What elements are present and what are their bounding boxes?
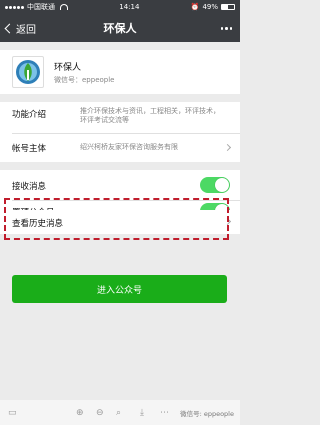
intro-label: 功能介绍: [12, 110, 47, 120]
account-info-section: 功能介绍 推介环保技术与资讯，工程相关，环评技术，环评考试交流等 帐号主体 绍兴…: [0, 102, 240, 162]
receive-messages-row: 接收消息: [0, 170, 240, 200]
alarm-icon: ⏰: [190, 3, 200, 11]
owner-label: 帐号主体: [12, 144, 47, 154]
highlight-box: [4, 198, 229, 240]
receive-messages-toggle[interactable]: [200, 177, 230, 193]
back-label: 返回: [16, 24, 36, 36]
bottom-toolbar: ▭ ⊕ ⊖ ⌕ ⤓ ⋯ 微信号: eppeople: [0, 400, 240, 425]
battery-percent: 49%: [202, 3, 218, 11]
wechat-id: 微信号：eppeople: [54, 75, 115, 84]
wifi-icon: [60, 4, 68, 10]
signal-icon: [5, 5, 24, 9]
receive-messages-label: 接收消息: [12, 182, 47, 192]
more-icon[interactable]: ⋯: [160, 409, 169, 418]
nav-bar: 返回 环保人: [0, 14, 240, 42]
owner-row[interactable]: 帐号主体 绍兴柯桥友家环保咨询服务有限: [0, 133, 240, 162]
status-bar: 中国联通 14:14 ⏰ 49%: [0, 0, 240, 14]
intro-value: 推介环保技术与资讯，工程相关，环评技术，环评考试交流等: [80, 107, 220, 124]
clock: 14:14: [119, 3, 140, 11]
carrier: 中国联通: [27, 3, 55, 11]
owner-value: 绍兴柯桥友家环保咨询服务有限: [80, 143, 178, 151]
chevron-left-icon: [4, 23, 15, 33]
battery-icon: [221, 4, 235, 10]
watermark: 微信号: eppeople: [180, 410, 234, 418]
globe-leaf-logo-icon: [16, 60, 40, 84]
window-icon[interactable]: ▭: [8, 409, 17, 418]
profile-card: 环保人 微信号：eppeople: [0, 50, 240, 94]
download-icon[interactable]: ⤓: [140, 409, 144, 418]
zoom-in-icon[interactable]: ⊕: [76, 409, 84, 418]
avatar[interactable]: [12, 56, 44, 88]
search-icon[interactable]: ⌕: [116, 409, 121, 418]
page-title: 环保人: [103, 22, 137, 35]
account-name: 环保人: [54, 62, 82, 73]
zoom-out-icon[interactable]: ⊖: [96, 409, 104, 418]
more-icon[interactable]: [220, 27, 232, 30]
enter-account-button[interactable]: 进入公众号: [12, 275, 227, 303]
back-button[interactable]: 返回: [4, 14, 36, 42]
chevron-right-icon: [223, 143, 232, 152]
